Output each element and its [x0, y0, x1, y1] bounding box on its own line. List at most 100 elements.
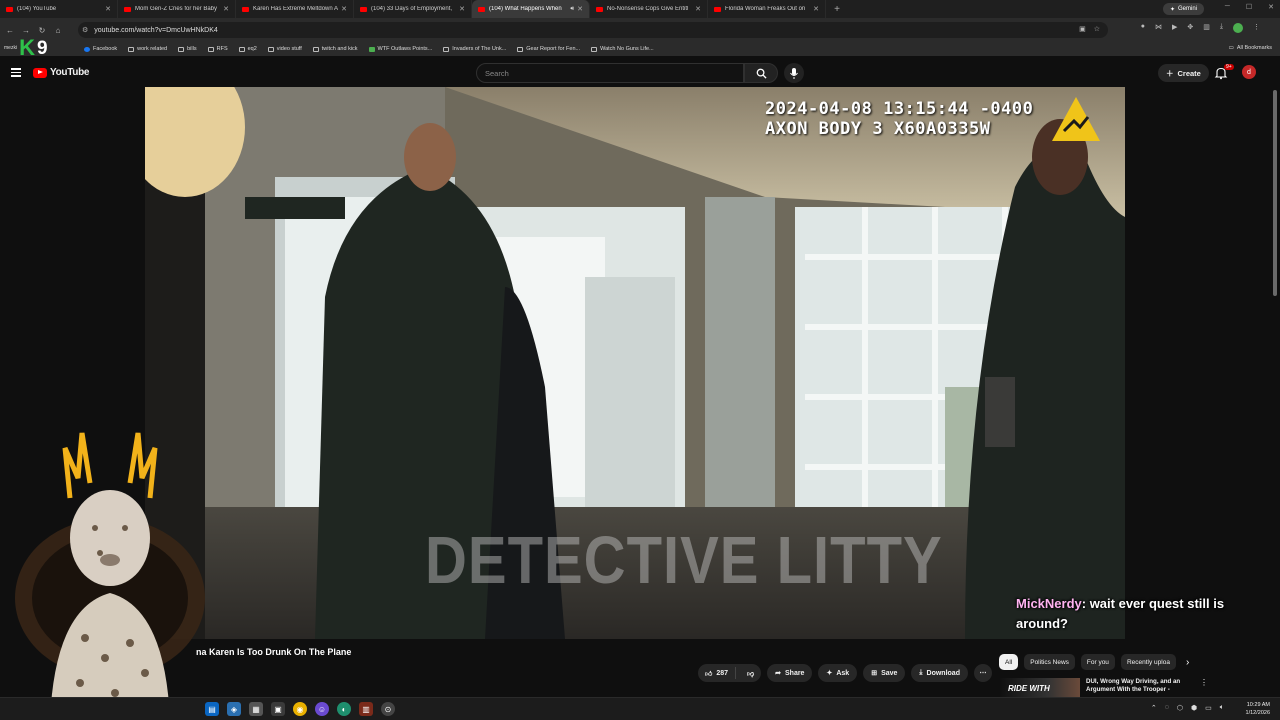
- bookmark-label: Invaders of The Unk...: [452, 46, 507, 52]
- tab-title: Florida Woman Freaks Out on: [725, 6, 806, 12]
- browser-tab[interactable]: Mom Gen-Z Cries for her Baby ✕: [118, 0, 236, 18]
- browser-tab[interactable]: Karen Has Extreme Meltdown A ✕: [236, 0, 354, 18]
- close-tab-icon[interactable]: ✕: [577, 5, 583, 13]
- more-actions-button[interactable]: ⋯: [973, 664, 992, 682]
- menu-dots-icon[interactable]: ⋮: [1253, 23, 1260, 33]
- back-icon[interactable]: ←: [2, 26, 18, 35]
- chat-message-overlay: MickNerdy: wait ever quest still is arou…: [1016, 594, 1266, 634]
- browser-tab[interactable]: No-Nonsense Cops Give Entitl ✕: [590, 0, 708, 18]
- bookmark-item[interactable]: eq2: [238, 46, 257, 52]
- recommendation-chips: All Politics News For you Recently uploa ›: [999, 654, 1189, 670]
- home-icon[interactable]: ⌂: [50, 26, 66, 35]
- bookmark-item[interactable]: Invaders of The Unk...: [443, 46, 506, 52]
- forward-icon[interactable]: →: [18, 26, 34, 35]
- bookmark-item[interactable]: twitch and kick: [312, 46, 358, 52]
- video-title: na Karen Is Too Drunk On The Plane: [196, 647, 352, 657]
- site-info-icon[interactable]: ⚙: [82, 26, 88, 34]
- page-scrollbar[interactable]: [1273, 90, 1277, 296]
- extension-icon[interactable]: ▶: [1172, 23, 1177, 33]
- tray-app-icon[interactable]: ◌: [1165, 704, 1169, 712]
- obs-icon[interactable]: ⊙: [381, 702, 395, 716]
- save-button[interactable]: ⊞ Save: [863, 664, 906, 682]
- all-bookmarks[interactable]: ▭ All Bookmarks: [1229, 45, 1272, 51]
- bookmark-item[interactable]: video stuff: [267, 46, 302, 52]
- browser-tab[interactable]: (104) 33 Days of Employment, ✕: [354, 0, 472, 18]
- chevron-up-icon[interactable]: ⌃: [1151, 704, 1157, 712]
- share-button[interactable]: ➦ Share: [767, 664, 813, 682]
- browser-tab[interactable]: (104) YouTube ✕: [0, 0, 118, 18]
- browser-tab[interactable]: Florida Woman Freaks Out on ✕: [708, 0, 826, 18]
- bookmark-item[interactable]: work related: [128, 46, 167, 52]
- taskbar-app-icon[interactable]: ◐: [337, 702, 351, 716]
- download-icon[interactable]: ⤓: [1220, 23, 1223, 33]
- video-player[interactable]: 2024-04-08 13:15:44 -0400 AXON BODY 3 X6…: [145, 87, 1125, 639]
- youtube-logo[interactable]: YouTube: [33, 67, 90, 78]
- close-tab-icon[interactable]: ✕: [459, 5, 465, 13]
- close-window-icon[interactable]: ✕: [1268, 3, 1274, 11]
- puzzle-icon[interactable]: ✥: [1187, 23, 1193, 33]
- create-button[interactable]: ＋ Create: [1158, 64, 1209, 82]
- chip-recently-uploa[interactable]: Recently uploa: [1120, 654, 1176, 670]
- close-tab-icon[interactable]: ✕: [223, 5, 229, 13]
- maximize-icon[interactable]: ☐: [1246, 3, 1252, 11]
- dislike-button[interactable]: 👎︎: [740, 669, 761, 678]
- address-bar[interactable]: ⚙ youtube.com/watch?v=DmcUwHNkDK4 ▣ ☆: [78, 22, 1108, 38]
- bookmark-item[interactable]: WTF Outlaws Points...: [368, 46, 432, 52]
- bookmark-item[interactable]: Watch No Guns Life...: [591, 46, 654, 52]
- search-input[interactable]: Search: [476, 63, 744, 83]
- bookmark-item[interactable]: Facebook: [84, 46, 117, 52]
- chip-for-you[interactable]: For you: [1080, 654, 1115, 670]
- tray-app-icon[interactable]: ⬡: [1177, 704, 1183, 712]
- close-tab-icon[interactable]: ✕: [105, 5, 111, 13]
- discord-icon[interactable]: ☺: [315, 702, 329, 716]
- extension-icon[interactable]: ●: [1141, 23, 1145, 33]
- search-button[interactable]: [744, 63, 778, 83]
- like-button[interactable]: 👍︎ 287: [698, 667, 737, 679]
- profile-icon[interactable]: [1233, 23, 1243, 33]
- bookmark-item[interactable]: Gear Report for Fen...: [517, 46, 580, 52]
- taskbar-app-icon[interactable]: ▥: [359, 702, 373, 716]
- taskbar-app-icon[interactable]: ▦: [249, 702, 263, 716]
- close-tab-icon[interactable]: ✕: [695, 5, 701, 13]
- chevron-right-icon[interactable]: ›: [1186, 657, 1189, 668]
- taskbar-app-icon[interactable]: ◈: [227, 702, 241, 716]
- reload-icon[interactable]: ↻: [34, 26, 50, 35]
- install-app-icon[interactable]: ▣: [1079, 25, 1086, 33]
- recommendation-title[interactable]: DUI, Wrong Way Driving, and an Argument …: [1086, 678, 1196, 694]
- system-tray: ⌃ ◌ ⬡ ⬢ ▭ 🔈︎: [1151, 704, 1224, 712]
- new-tab-button[interactable]: +: [830, 4, 844, 15]
- close-tab-icon[interactable]: ✕: [341, 5, 347, 13]
- chip-politics-news[interactable]: Politics News: [1024, 654, 1075, 670]
- voice-search-button[interactable]: [784, 63, 804, 83]
- share-label: Share: [785, 669, 805, 677]
- network-icon[interactable]: ▭: [1205, 704, 1212, 712]
- recommendation-thumbnail[interactable]: RIDE WITH: [1000, 678, 1080, 698]
- bookmark-label: work related: [137, 46, 168, 52]
- download-button[interactable]: ⤓ Download: [911, 664, 968, 682]
- gemini-button[interactable]: ✦ Gemini: [1162, 3, 1204, 15]
- extension-icon[interactable]: ⋈: [1155, 23, 1162, 33]
- volume-icon[interactable]: 🔈︎: [1220, 704, 1224, 712]
- minimize-icon[interactable]: ─: [1225, 3, 1230, 11]
- bookmark-label: Watch No Guns Life...: [600, 46, 654, 52]
- tray-app-icon[interactable]: ⬢: [1191, 704, 1197, 712]
- account-avatar[interactable]: d: [1242, 65, 1256, 79]
- more-icon[interactable]: ⋮: [1200, 678, 1208, 687]
- chrome-icon[interactable]: ◉: [293, 702, 307, 716]
- chip-all[interactable]: All: [999, 654, 1019, 670]
- speaker-icon[interactable]: 🔊︎: [570, 6, 574, 13]
- bookmark-star-icon[interactable]: ☆: [1094, 25, 1100, 33]
- taskbar-app-icon[interactable]: ▤: [205, 702, 219, 716]
- youtube-favicon-icon: [242, 6, 249, 12]
- recommendation-item[interactable]: RIDE WITH DUI, Wrong Way Driving, and an…: [1000, 678, 1270, 698]
- browser-tab[interactable]: (104) What Happens When 🔊︎ ✕: [472, 0, 590, 18]
- bookmark-item[interactable]: RFS: [207, 46, 228, 52]
- menu-icon[interactable]: [11, 68, 21, 79]
- bookmark-item[interactable]: bills: [178, 46, 197, 52]
- ask-button[interactable]: ✦ Ask: [818, 664, 858, 682]
- system-clock[interactable]: 10:29 AM 1/12/2026: [1246, 701, 1270, 717]
- taskbar-app-icon[interactable]: ▣: [271, 702, 285, 716]
- save-icon: ⊞: [871, 670, 878, 677]
- close-tab-icon[interactable]: ✕: [813, 5, 819, 13]
- sidepanel-icon[interactable]: ▥: [1203, 23, 1210, 33]
